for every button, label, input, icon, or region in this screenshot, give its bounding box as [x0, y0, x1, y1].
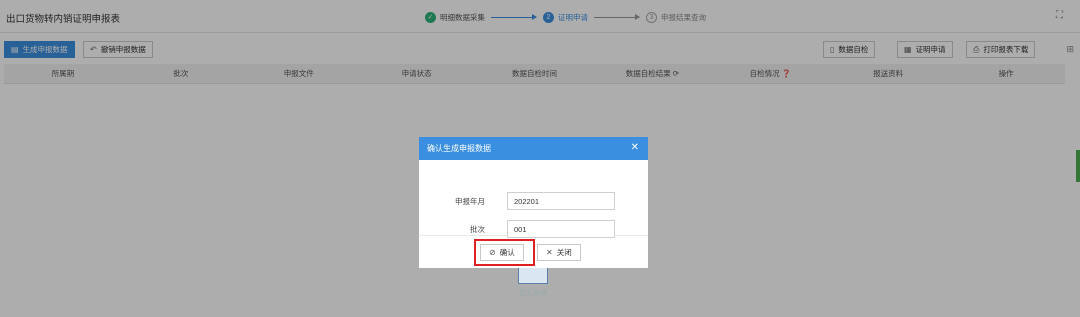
- empty-text: 暂无数据: [519, 290, 547, 297]
- declare-month-label: 申报年月: [455, 196, 485, 206]
- declare-month-input[interactable]: 202201: [507, 192, 615, 210]
- dialog-header: 确认生成申报数据 ✕: [419, 137, 648, 160]
- close-icon[interactable]: ✕: [631, 142, 639, 153]
- confirm-dialog: 确认生成申报数据 ✕ 申报年月 202201 批次 001 ⊘ 确认 ✕ 关闭: [419, 137, 648, 268]
- field-row: 申报年月 202201: [419, 192, 648, 210]
- dialog-footer: ⊘ 确认 ✕ 关闭: [419, 236, 648, 268]
- confirm-button[interactable]: ⊘ 确认: [480, 244, 524, 261]
- dialog-title: 确认生成申报数据: [427, 144, 491, 153]
- check-circle-icon: ⊘: [489, 248, 496, 257]
- close-button[interactable]: ✕ 关闭: [537, 244, 581, 261]
- batch-label: 批次: [470, 224, 485, 234]
- dialog-body: 申报年月 202201 批次 001: [419, 160, 648, 238]
- close-icon: ✕: [546, 248, 553, 257]
